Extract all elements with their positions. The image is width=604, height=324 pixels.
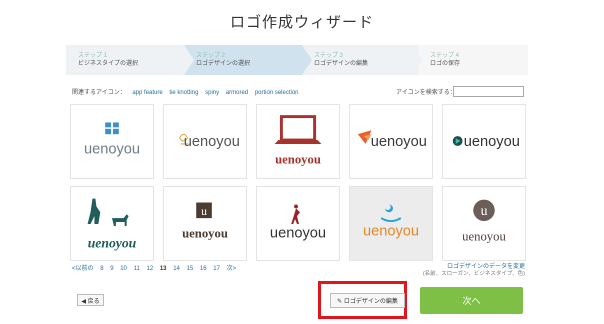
logo-preview: uenoyou: [274, 115, 322, 166]
page-current: 13: [159, 266, 167, 272]
tag-link[interactable]: portion selection: [255, 90, 299, 96]
step-1-number: ステップ 1: [78, 53, 108, 59]
circle-u-icon: u: [473, 199, 495, 222]
page-link[interactable]: 16: [200, 266, 207, 272]
logo-option[interactable]: uenoyou: [349, 104, 433, 179]
tag-link[interactable]: spiny: [205, 90, 219, 96]
logo-text: uenoyou: [184, 134, 240, 150]
page-title: ロゴ作成ウィザード: [229, 14, 374, 31]
step-4: ステップ 4 ロゴの保存: [418, 45, 528, 75]
logo-text: uenoyou: [275, 152, 321, 166]
logo-text: uenoyou: [88, 235, 137, 250]
tag-link[interactable]: armored: [226, 90, 248, 96]
step-2-number: ステップ 2: [196, 53, 226, 59]
gift-icon: [105, 120, 119, 135]
step-1: ステップ 1 ビジネスタイプの選択: [66, 45, 190, 75]
pagination-next[interactable]: 次>: [227, 266, 237, 272]
step-arrow: [184, 45, 194, 75]
wizard-steps: ステップ 1 ビジネスタイプの選択 ステップ 2 ロゴデザインの選択 ステップ 3ロ…: [66, 45, 528, 75]
change-data-hint: (名前、スローガン、ビジネスタイプ、色): [422, 271, 525, 277]
back-button[interactable]: ◀ 戻る: [77, 294, 104, 306]
step-4-number: ステップ 4: [430, 53, 460, 59]
logo-text: uenoyou: [464, 134, 520, 150]
logo-text: uenoyou: [84, 142, 140, 158]
logo-preview: uenoyou: [179, 133, 240, 150]
page-link[interactable]: 14: [173, 266, 180, 272]
page-link[interactable]: 11: [134, 266, 140, 272]
logo-option[interactable]: uenoyou: [163, 104, 247, 179]
logo-preview: uenoyou: [452, 134, 520, 150]
step-3-number: ステップ 3: [314, 53, 344, 59]
svg-text:u: u: [481, 203, 488, 218]
pagination-prev[interactable]: <以前の: [72, 266, 94, 272]
logo-preview: u uenoyou: [182, 202, 228, 241]
logo-preview: uenoyou: [87, 198, 137, 250]
letter-u-icon: u: [196, 202, 212, 218]
logo-preview: uenoyou: [84, 120, 140, 158]
bird-icon: [357, 130, 372, 144]
logo-text: uenoyou: [182, 227, 228, 241]
logo-option[interactable]: uenoyou: [70, 186, 154, 261]
icon-search-input[interactable]: [453, 86, 524, 97]
logo-option[interactable]: uenoyou: [256, 104, 340, 179]
logo-preview: uenoyou: [270, 204, 326, 242]
logo-text: uenoyou: [462, 230, 506, 244]
step-1-name: ビジネスタイプの選択: [78, 60, 139, 67]
circle-arrow-icon: [452, 136, 463, 146]
logo-option-selected[interactable]: uenoyou: [349, 186, 433, 261]
page-link[interactable]: 17: [213, 266, 220, 272]
related-icons: 関連するアイコン： app feature tie knotting spiny…: [72, 87, 299, 96]
svg-text:u: u: [201, 205, 207, 218]
logo-preview: uenoyou: [357, 130, 427, 150]
step-arrow: [302, 45, 312, 75]
dancer-icon: [291, 204, 300, 224]
page-link[interactable]: 15: [187, 266, 194, 272]
logo-preview: uenoyou: [363, 204, 419, 240]
step-3-name: ロゴデザインの編集: [314, 60, 369, 67]
logo-option[interactable]: uenoyou: [442, 104, 526, 179]
icon-search-label: アイコンを検索する：: [396, 90, 456, 96]
laptop-icon: [274, 115, 322, 144]
logo-text: uenoyou: [270, 226, 326, 242]
page-link[interactable]: 12: [146, 266, 153, 272]
logo-grid: uenoyou uenoyou uenoyou uenoyou uenoyou …: [70, 104, 526, 262]
related-icons-label: 関連するアイコン：: [72, 90, 126, 96]
page-link[interactable]: 8: [100, 266, 103, 272]
page-link[interactable]: 9: [110, 266, 113, 272]
page-link[interactable]: 10: [120, 266, 127, 272]
logo-preview: u uenoyou: [462, 199, 506, 244]
logo-option[interactable]: u uenoyou: [442, 186, 526, 261]
hand-moon-icon: [380, 204, 402, 223]
tag-link[interactable]: tie knotting: [169, 90, 198, 96]
next-button[interactable]: 次へ: [420, 287, 523, 314]
hunter-dog-icon: [87, 198, 129, 226]
step-4-name: ロゴの保存: [430, 60, 461, 67]
edit-logo-button[interactable]: ✎ ロゴデザインの編集: [330, 293, 405, 308]
logo-option[interactable]: uenoyou: [256, 186, 340, 261]
logo-text: uenoyou: [363, 224, 419, 240]
logo-option[interactable]: uenoyou: [70, 104, 154, 179]
step-arrow: [414, 45, 422, 75]
tag-link[interactable]: app feature: [132, 90, 162, 96]
step-3: ステップ 3 ロゴデザインの編集: [302, 45, 418, 75]
logo-text: uenoyou: [371, 134, 427, 150]
logo-option[interactable]: u uenoyou: [163, 186, 247, 261]
step-2: ステップ 2 ロゴデザインの選択: [184, 45, 308, 75]
step-2-name: ロゴデザインの選択: [196, 60, 251, 67]
pagination: <以前の 8 9 10 11 12 13 14 15 16 17 次>: [72, 263, 241, 272]
